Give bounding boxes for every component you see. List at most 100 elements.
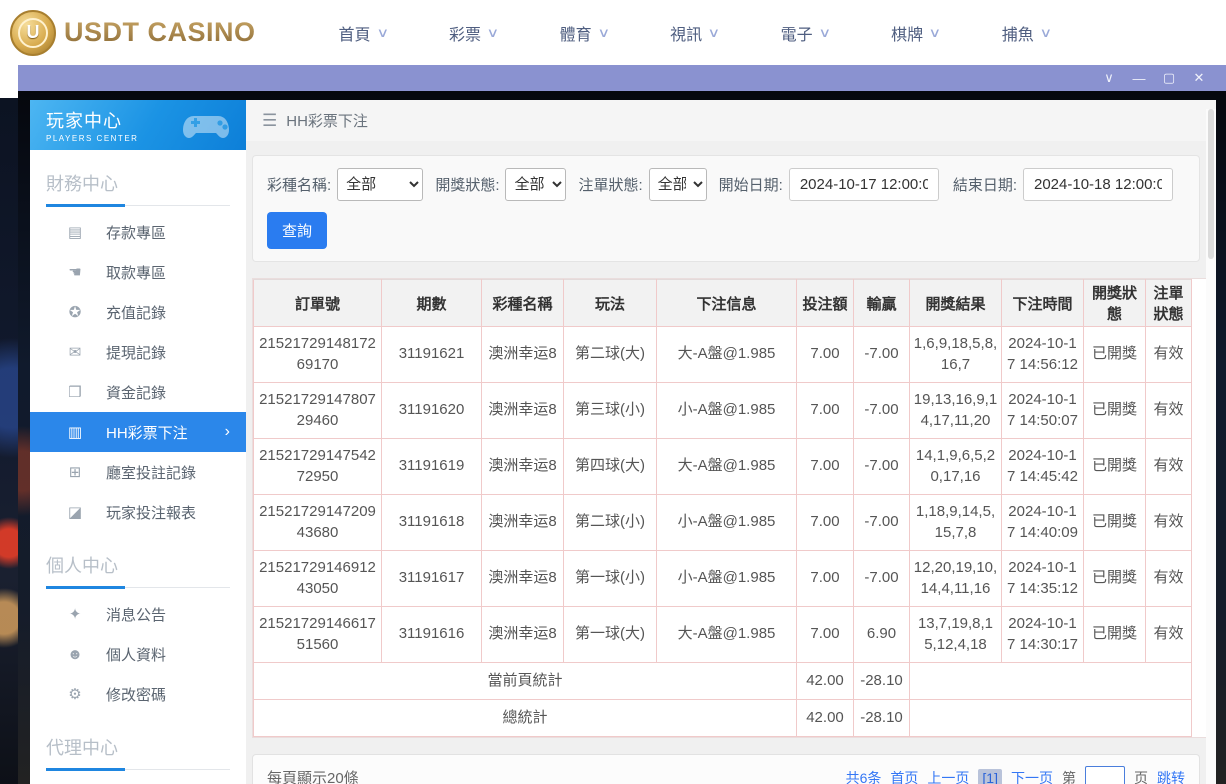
sidebar-item-0-7[interactable]: ◪ 玩家投注報表 — [30, 492, 246, 532]
nav-item-1[interactable]: 彩票 ∨ — [439, 21, 508, 45]
end-date-input[interactable] — [1023, 168, 1173, 201]
jump-suffix-label: 页 — [1134, 768, 1148, 784]
column-header-3: 玩法 — [564, 280, 657, 327]
window-maximize-icon[interactable]: ▢ — [1154, 70, 1184, 86]
cell: 澳洲幸运8 — [482, 439, 564, 495]
prev-page-link[interactable]: 上一页 — [927, 768, 969, 784]
lottery-book-icon: ▥ — [66, 423, 84, 441]
main-nav: 首頁 ∨ 彩票 ∨ 體育 ∨ 視訊 ∨ 電子 ∨ 棋牌 ∨ 捕魚 ∨ — [308, 21, 1082, 45]
sidebar-item-0-6[interactable]: ⊞ 廳室投註記錄 — [30, 452, 246, 492]
window-dropdown-icon[interactable]: ∨ — [1094, 70, 1124, 86]
lottery-name-select[interactable]: 全部 — [337, 168, 423, 201]
cell: 大-A盤@1.985 — [657, 327, 797, 383]
sidebar-item-0-5[interactable]: ▥ HH彩票下注 › — [30, 412, 246, 452]
chevron-down-icon: ∨ — [597, 25, 610, 41]
column-header-10: 注單狀態 — [1146, 280, 1192, 327]
nav-item-0[interactable]: 首頁 ∨ — [329, 21, 398, 45]
page-title: HH彩票下注 — [286, 110, 368, 131]
chevron-down-icon: ∨ — [707, 25, 720, 41]
summary-bet-total: 42.00 — [797, 700, 854, 737]
cell: 7.00 — [797, 327, 854, 383]
cell: 12,20,19,10,14,4,11,16 — [910, 551, 1002, 607]
sidebar-section-title: 代理中心 — [46, 734, 230, 770]
vertical-scrollbar[interactable] — [1206, 109, 1216, 784]
window-close-icon[interactable]: ✕ — [1184, 70, 1214, 86]
first-page-link[interactable]: 首页 — [890, 768, 918, 784]
nav-item-label: 電子 — [781, 21, 813, 45]
draw-status-select[interactable]: 全部 — [505, 168, 566, 201]
sidebar-item-label: 消息公告 — [106, 604, 166, 625]
gamepad-icon — [180, 108, 232, 142]
start-date-input[interactable] — [789, 168, 939, 201]
search-button[interactable]: 查詢 — [267, 212, 327, 249]
nav-item-2[interactable]: 體育 ∨ — [550, 21, 619, 45]
sidebar-item-1-1[interactable]: ☻ 個人資料 — [30, 634, 246, 674]
casino-background-image — [0, 98, 19, 784]
summary-row: 總統計42.00-28.10 — [254, 700, 1192, 737]
sidebar-item-0-1[interactable]: ☚ 取款專區 — [30, 252, 246, 292]
chevron-down-icon: ∨ — [1039, 25, 1052, 41]
order-status-select[interactable]: 全部 — [649, 168, 707, 201]
hamburger-icon[interactable]: ☰ — [262, 111, 277, 131]
jump-button[interactable]: 跳转 — [1157, 768, 1185, 784]
scrollbar-thumb[interactable] — [1208, 109, 1214, 259]
sidebar-item-0-0[interactable]: ▤ 存款專區 — [30, 212, 246, 252]
nav-item-3[interactable]: 視訊 ∨ — [660, 21, 729, 45]
cell: 已開獎 — [1084, 607, 1146, 663]
cell: 已開獎 — [1084, 327, 1146, 383]
cell: 有效 — [1146, 495, 1192, 551]
nav-item-5[interactable]: 棋牌 ∨ — [881, 21, 950, 45]
active-arrow-icon: › — [225, 423, 230, 441]
column-header-8: 下注時間 — [1002, 280, 1084, 327]
cell: 2152172914780729460 — [254, 383, 382, 439]
jump-prefix-label: 第 — [1062, 768, 1076, 784]
nav-item-label: 棋牌 — [891, 21, 923, 45]
user-icon: ☻ — [66, 646, 84, 663]
nav-item-6[interactable]: 捕魚 ∨ — [992, 21, 1061, 45]
coin-logo-icon: U — [10, 10, 56, 56]
page-header: ☰ HH彩票下注 — [246, 100, 1216, 141]
window-titlebar[interactable]: ∨ — ▢ ✕ — [18, 65, 1226, 91]
sidebar-item-0-2[interactable]: ✪ 充值記錄 — [30, 292, 246, 332]
cell: 澳洲幸运8 — [482, 607, 564, 663]
sidebar-items: ❏ 代理規則說明 — [30, 776, 246, 784]
sidebar-item-1-2[interactable]: ⚙ 修改密碼 — [30, 674, 246, 714]
cell: 大-A盤@1.985 — [657, 607, 797, 663]
recharge-coin-icon: ✪ — [66, 303, 84, 321]
cell: 31191616 — [382, 607, 482, 663]
sidebar-item-label: 充值記錄 — [106, 302, 166, 323]
sidebar-section-title: 財務中心 — [46, 170, 230, 206]
player-center-window: ∨ — ▢ ✕ 玩家中心 PLAYERS CENTER 財務中心 ▤ 存款專區 … — [18, 65, 1226, 784]
sidebar-item-0-4[interactable]: ❒ 資金記錄 — [30, 372, 246, 412]
nav-item-label: 首頁 — [339, 21, 371, 45]
table-row: 215217291475427295031191619澳洲幸运8第四球(大)大-… — [254, 439, 1192, 495]
lottery-name-label: 彩種名稱: — [267, 174, 331, 195]
sidebar-item-0-3[interactable]: ✉ 提現記錄 — [30, 332, 246, 372]
page-jump-input[interactable] — [1085, 766, 1125, 784]
cell: 19,13,16,9,14,17,11,20 — [910, 383, 1002, 439]
bets-table: 訂單號期數彩種名稱玩法下注信息投注額輸贏開獎結果下注時間開獎狀態注單狀態 215… — [253, 279, 1192, 737]
deposit-card-icon: ▤ — [66, 223, 84, 241]
summary-label: 總統計 — [254, 700, 797, 737]
sidebar-item-label: 修改密碼 — [106, 684, 166, 705]
cell: 已開獎 — [1084, 551, 1146, 607]
next-page-link[interactable]: 下一页 — [1011, 768, 1053, 784]
sidebar: 玩家中心 PLAYERS CENTER 財務中心 ▤ 存款專區 ☚ 取款專區 ✪ — [30, 100, 246, 784]
column-header-5: 投注額 — [797, 280, 854, 327]
sidebar-item-label: HH彩票下注 — [106, 422, 188, 443]
sidebar-item-label: 資金記錄 — [106, 382, 166, 403]
cell: 第一球(小) — [564, 551, 657, 607]
window-minimize-icon[interactable]: — — [1124, 71, 1154, 86]
cell: 已開獎 — [1084, 439, 1146, 495]
cell: 31191621 — [382, 327, 482, 383]
summary-win-loss: -28.10 — [854, 663, 910, 700]
cell: 有效 — [1146, 383, 1192, 439]
cell: -7.00 — [854, 327, 910, 383]
sidebar-item-1-0[interactable]: ✦ 消息公告 — [30, 594, 246, 634]
pagination: 共6条 首页 上一页 [1] 下一页 第 页 跳转 — [846, 766, 1185, 784]
window-body: 玩家中心 PLAYERS CENTER 財務中心 ▤ 存款專區 ☚ 取款專區 ✪ — [18, 91, 1226, 784]
sidebar-item-2-0[interactable]: ❏ 代理規則說明 — [30, 776, 246, 784]
nav-item-4[interactable]: 電子 ∨ — [771, 21, 840, 45]
usdt-casino-logo[interactable]: U USDT CASINO — [10, 10, 256, 56]
cell: 2152172914661751560 — [254, 607, 382, 663]
